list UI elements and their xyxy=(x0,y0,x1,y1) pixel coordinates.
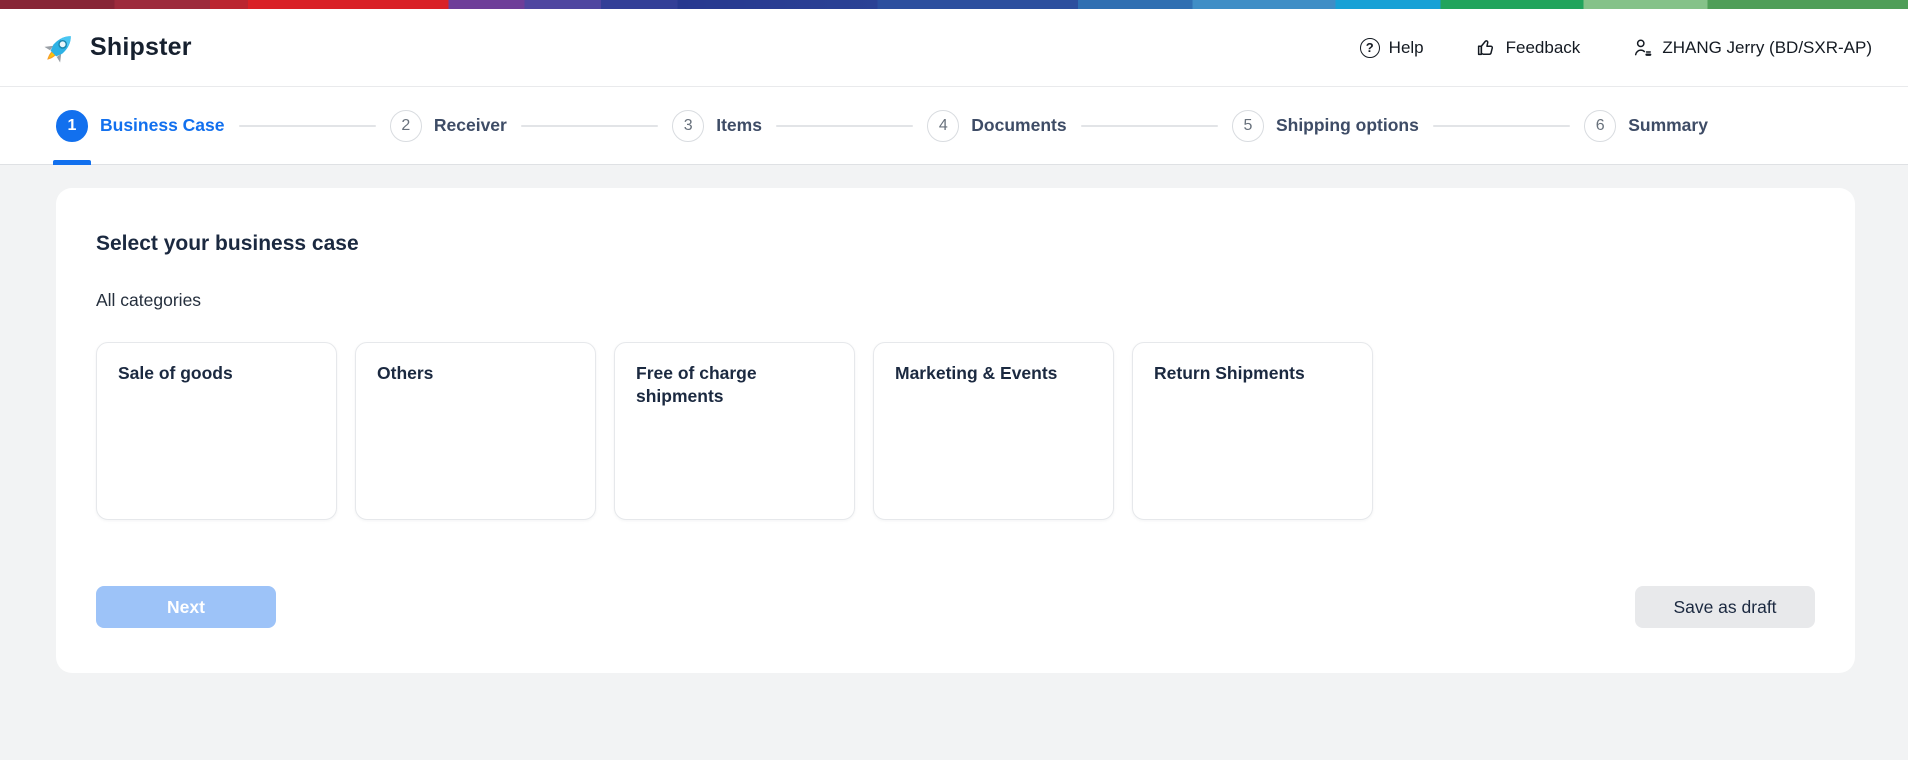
header-nav: ? Help Feedback ZHANG Jerry (BD/ xyxy=(1360,37,1872,58)
step-receiver[interactable]: 2 Receiver xyxy=(390,110,507,142)
step-number-badge: 6 xyxy=(1584,110,1616,142)
stepper-connector xyxy=(776,125,913,127)
app-header: Shipster ? Help Feedback xyxy=(0,9,1908,87)
card-label: Others xyxy=(377,362,542,385)
question-circle-icon: ? xyxy=(1360,38,1380,58)
card-label: Sale of goods xyxy=(118,362,283,385)
card-others[interactable]: Others xyxy=(355,342,596,520)
card-label: Free of charge shipments xyxy=(636,362,801,408)
step-summary[interactable]: 6 Summary xyxy=(1584,110,1708,142)
brand-gradient-stripe xyxy=(0,0,1908,9)
step-number-badge: 2 xyxy=(390,110,422,142)
step-shipping-options[interactable]: 5 Shipping options xyxy=(1232,110,1419,142)
card-free-of-charge-shipments[interactable]: Free of charge shipments xyxy=(614,342,855,520)
step-label: Items xyxy=(716,115,762,136)
category-filter-label: All categories xyxy=(96,290,1815,311)
save-as-draft-button[interactable]: Save as draft xyxy=(1635,586,1815,628)
stepper-connector xyxy=(521,125,658,127)
card-return-shipments[interactable]: Return Shipments xyxy=(1132,342,1373,520)
feedback-label: Feedback xyxy=(1506,38,1581,58)
page-title: Select your business case xyxy=(96,232,1815,256)
help-label: Help xyxy=(1389,38,1424,58)
brand: Shipster xyxy=(40,29,192,67)
help-button[interactable]: ? Help xyxy=(1360,38,1424,58)
main-panel: Select your business case All categories… xyxy=(56,188,1855,673)
step-label: Receiver xyxy=(434,115,507,136)
step-label: Shipping options xyxy=(1276,115,1419,136)
step-number-badge: 4 xyxy=(927,110,959,142)
card-marketing-events[interactable]: Marketing & Events xyxy=(873,342,1114,520)
thumbs-up-icon xyxy=(1476,37,1497,58)
step-items[interactable]: 3 Items xyxy=(672,110,762,142)
step-documents[interactable]: 4 Documents xyxy=(927,110,1066,142)
rocket-icon xyxy=(40,29,78,67)
card-sale-of-goods[interactable]: Sale of goods xyxy=(96,342,337,520)
card-label: Return Shipments xyxy=(1154,362,1319,385)
stepper-connector xyxy=(1433,125,1570,127)
user-icon xyxy=(1632,37,1653,58)
next-button[interactable]: Next xyxy=(96,586,276,628)
step-number-badge: 1 xyxy=(56,110,88,142)
user-menu-button[interactable]: ZHANG Jerry (BD/SXR-AP) xyxy=(1632,37,1872,58)
stepper-connector xyxy=(1081,125,1218,127)
step-label: Documents xyxy=(971,115,1066,136)
stepper: 1 Business Case 2 Receiver 3 Items 4 Doc… xyxy=(0,87,1908,165)
feedback-button[interactable]: Feedback xyxy=(1476,37,1581,58)
step-number-badge: 5 xyxy=(1232,110,1264,142)
step-label: Summary xyxy=(1628,115,1708,136)
step-number-badge: 3 xyxy=(672,110,704,142)
step-business-case[interactable]: 1 Business Case xyxy=(56,110,225,142)
step-label: Business Case xyxy=(100,115,225,136)
stepper-connector xyxy=(239,125,376,127)
user-name-label: ZHANG Jerry (BD/SXR-AP) xyxy=(1662,38,1872,58)
business-case-cards: Sale of goods Others Free of charge ship… xyxy=(96,342,1815,520)
card-label: Marketing & Events xyxy=(895,362,1060,385)
app-title: Shipster xyxy=(90,33,192,62)
action-bar: Next Save as draft xyxy=(96,586,1815,628)
